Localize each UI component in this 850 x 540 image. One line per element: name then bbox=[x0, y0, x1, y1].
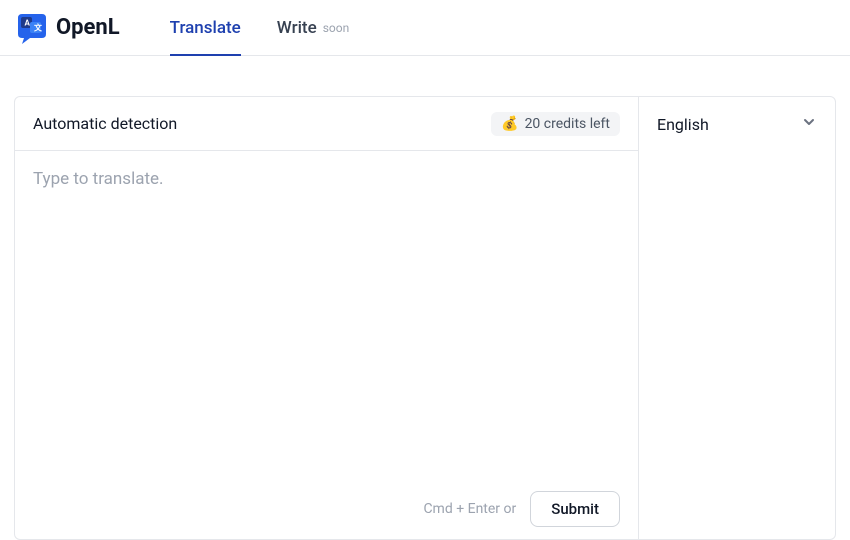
credits-badge[interactable]: 💰 20 credits left bbox=[491, 112, 620, 136]
tab-translate[interactable]: Translate bbox=[170, 0, 241, 55]
logo[interactable]: A 文 OpenL bbox=[16, 12, 120, 44]
nav: Translate Write soon bbox=[170, 0, 350, 55]
source-lang-label[interactable]: Automatic detection bbox=[33, 114, 177, 133]
tab-write-label: Write bbox=[277, 18, 317, 38]
input-area: Cmd + Enter or Submit bbox=[15, 151, 638, 539]
target-lang-select[interactable]: English bbox=[639, 97, 835, 151]
submit-button[interactable]: Submit bbox=[530, 491, 620, 527]
logo-icon: A 文 bbox=[16, 12, 48, 44]
tab-write-badge: soon bbox=[323, 21, 350, 35]
svg-text:A: A bbox=[25, 18, 31, 27]
source-panel: Automatic detection 💰 20 credits left Cm… bbox=[15, 97, 639, 539]
svg-text:文: 文 bbox=[34, 22, 43, 32]
main: Automatic detection 💰 20 credits left Cm… bbox=[0, 56, 850, 540]
chevron-down-icon bbox=[801, 114, 817, 134]
header: A 文 OpenL Translate Write soon bbox=[0, 0, 850, 56]
money-bag-icon: 💰 bbox=[501, 116, 518, 132]
tab-translate-label: Translate bbox=[170, 18, 241, 38]
brand-text: OpenL bbox=[56, 15, 120, 40]
translate-card: Automatic detection 💰 20 credits left Cm… bbox=[14, 96, 836, 540]
source-header: Automatic detection 💰 20 credits left bbox=[15, 97, 638, 151]
credits-text: 20 credits left bbox=[525, 116, 610, 132]
target-panel: English bbox=[639, 97, 835, 539]
target-lang-label: English bbox=[657, 115, 709, 134]
submit-row: Cmd + Enter or Submit bbox=[15, 479, 638, 539]
translate-input[interactable] bbox=[15, 151, 638, 479]
keyboard-hint: Cmd + Enter or bbox=[423, 501, 516, 517]
tab-write[interactable]: Write soon bbox=[277, 0, 349, 55]
